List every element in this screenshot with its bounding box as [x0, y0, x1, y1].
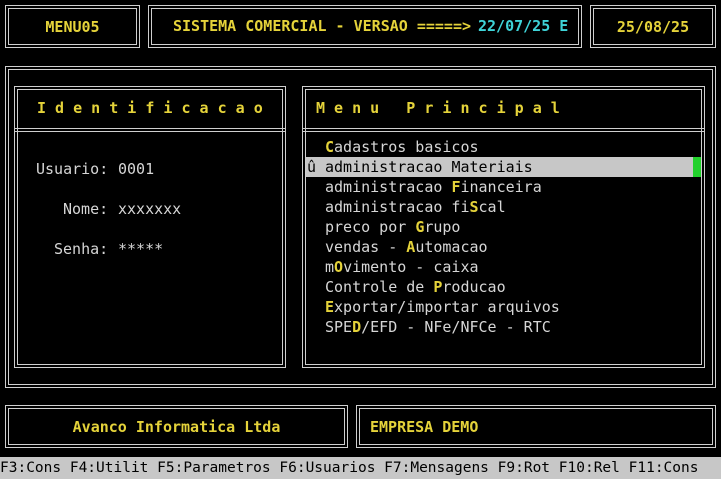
identification-title: I d e n t i f i c a c a o	[37, 99, 263, 117]
client-box: EMPRESA DEMO	[356, 405, 716, 448]
menu-item-hotkey: S	[469, 198, 479, 216]
menu-item-text: SPE	[325, 318, 353, 336]
function-key[interactable]: F11:Cons	[629, 460, 699, 476]
menu-item-text: vimento - caixa	[343, 258, 479, 276]
menu-item-text: administracao	[325, 178, 452, 196]
client-name: EMPRESA DEMO	[370, 418, 479, 436]
menu-item-hotkey: C	[325, 138, 335, 156]
current-date: 25/08/25	[616, 17, 690, 36]
separator	[302, 128, 705, 132]
menu-item[interactable]: vendas - Automacao	[325, 237, 488, 257]
password-label: Senha:	[54, 240, 109, 258]
function-key[interactable]: F7:Mensagens	[384, 460, 489, 476]
menu-item-text: administracao fi	[325, 198, 470, 216]
company-box: Avanco Informatica Ltda	[5, 405, 348, 448]
user-label: Usuario:	[36, 160, 109, 178]
menu-item-text: xportar/importar arquivos	[334, 298, 560, 316]
menu-item[interactable]: administracao fiScal	[325, 197, 506, 217]
password-value: *****	[118, 240, 164, 258]
menu-id: MENU05	[45, 17, 100, 36]
selection-marker: û	[307, 158, 317, 176]
menu-item[interactable]: administracao Financeira	[325, 177, 542, 197]
menu-item-text: cal	[478, 198, 506, 216]
menu-item-text: inanceira	[460, 178, 542, 196]
function-key[interactable]: F5:Parametros	[157, 460, 271, 476]
menu-item-hotkey: O	[334, 258, 344, 276]
menu-item[interactable]: administracao Materiais	[325, 157, 533, 177]
menu-item[interactable]: Exportar/importar arquivos	[325, 297, 560, 317]
separator	[14, 128, 286, 132]
menu-item[interactable]: mOvimento - caixa	[325, 257, 479, 277]
menu-item-text: utomacao	[415, 238, 488, 256]
date-box: 25/08/25	[590, 5, 716, 48]
function-key[interactable]: F9:Rot	[498, 460, 550, 476]
menu-item-text: administracao	[325, 158, 452, 176]
menu-id-box: MENU05	[5, 5, 140, 48]
identification-panel: I d e n t i f i c a c a o Usuario: 0001 …	[14, 86, 286, 368]
function-key[interactable]: F4:Utilit	[70, 460, 149, 476]
menu-item-text: preco por	[325, 218, 416, 236]
system-title-box: SISTEMA COMERCIAL - VERSAO =====> 22/07/…	[148, 5, 582, 48]
menu-item-hotkey: G	[415, 218, 425, 236]
function-key-bar: F3:Cons F4:Utilit F5:Parametros F6:Usuar…	[0, 457, 721, 479]
menu-item-text: ateriais	[460, 158, 533, 176]
text-cursor	[693, 157, 701, 177]
menu-item-hotkey: A	[406, 238, 416, 256]
menu-item-hotkey: E	[325, 298, 335, 316]
function-key[interactable]: F10:Rel	[559, 460, 620, 476]
user-value: 0001	[118, 160, 155, 178]
menu-item-text: Controle de	[325, 278, 434, 296]
menu-item-text: m	[325, 258, 335, 276]
menu-item-text: /EFD - NFe/NFCe - RTC	[361, 318, 551, 336]
name-label: Nome:	[63, 200, 109, 218]
system-title: SISTEMA COMERCIAL - VERSAO =====>	[173, 17, 472, 35]
menu-item-text: vendas -	[325, 238, 407, 256]
menu-item-text: rupo	[424, 218, 461, 236]
version-date: 22/07/25 E	[478, 17, 569, 35]
menu-item[interactable]: Cadastros basicos	[325, 137, 479, 157]
function-key[interactable]: F6:Usuarios	[279, 460, 375, 476]
company-name: Avanco Informatica Ltda	[72, 417, 281, 436]
menu-item-text: adastros basicos	[334, 138, 479, 156]
menu-item-hotkey: D	[352, 318, 362, 336]
menu-item-text: roducao	[442, 278, 506, 296]
menu-title: M e n u P r i n c i p a l	[316, 99, 560, 117]
function-key[interactable]: F3:Cons	[0, 460, 61, 476]
menu-item[interactable]: preco por Grupo	[325, 217, 460, 237]
name-value: xxxxxxx	[118, 200, 182, 218]
menu-item[interactable]: SPED/EFD - NFe/NFCe - RTC	[325, 317, 551, 337]
menu-item[interactable]: Controle de Producao	[325, 277, 506, 297]
